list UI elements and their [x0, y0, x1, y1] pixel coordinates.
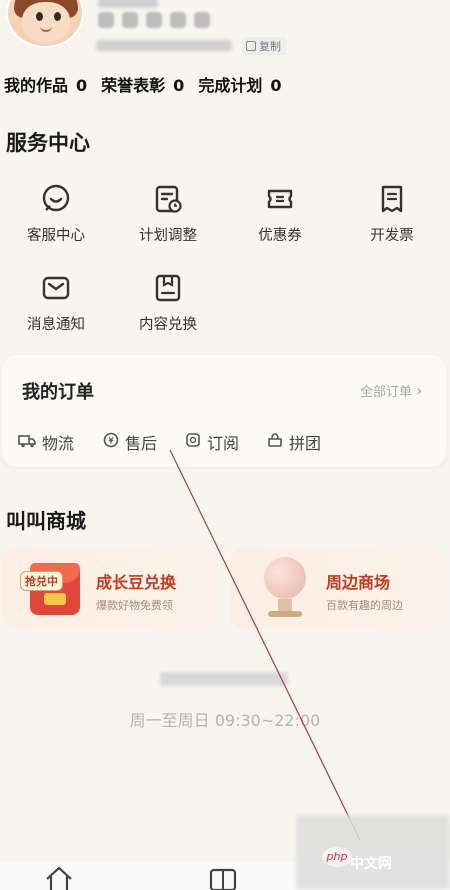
diagonal-line	[169, 449, 361, 841]
watermark-logo: php	[322, 847, 352, 867]
book-icon[interactable]	[208, 868, 238, 890]
watermark-text: 中文网	[350, 856, 392, 872]
home-icon[interactable]	[44, 866, 74, 890]
